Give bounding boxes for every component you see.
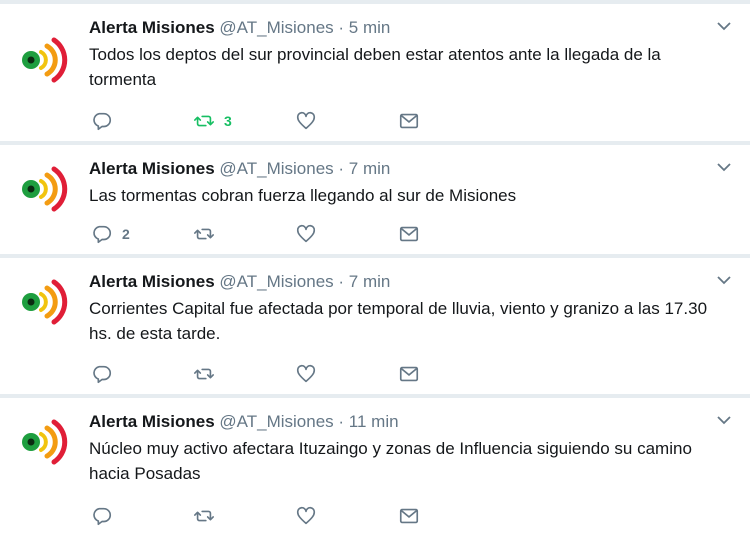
envelope-icon bbox=[399, 226, 419, 242]
user-handle[interactable]: @AT_Misiones bbox=[219, 18, 333, 37]
reply-icon bbox=[93, 507, 112, 526]
tweet-4[interactable]: Alerta Misiones @AT_Misiones · 11 min Nú… bbox=[0, 398, 750, 536]
retweet-button[interactable]: 3 bbox=[193, 109, 232, 133]
retweet-icon bbox=[194, 115, 214, 127]
reply-button[interactable] bbox=[91, 109, 122, 133]
timestamp[interactable]: 7 min bbox=[349, 272, 391, 291]
like-button[interactable] bbox=[295, 362, 317, 386]
retweet-button[interactable] bbox=[193, 222, 224, 246]
reply-icon bbox=[93, 225, 112, 244]
separator-dot: · bbox=[338, 18, 345, 37]
tweet-actions bbox=[89, 504, 489, 528]
reply-button[interactable] bbox=[91, 362, 122, 386]
avatar[interactable] bbox=[14, 32, 70, 88]
separator-dot: · bbox=[338, 412, 345, 431]
tweet-text: Corrientes Capital fue afectada por temp… bbox=[89, 299, 708, 343]
reply-button[interactable]: 2 bbox=[91, 222, 130, 246]
chevron-down-icon[interactable] bbox=[716, 18, 732, 34]
separator-dot: · bbox=[338, 272, 345, 291]
heart-icon bbox=[296, 364, 316, 383]
chevron-down-icon[interactable] bbox=[716, 412, 732, 428]
tweet-header: Alerta Misiones @AT_Misiones · 11 min bbox=[89, 411, 399, 433]
tweet-actions: 3 bbox=[89, 109, 489, 133]
envelope-icon bbox=[399, 508, 419, 524]
display-name[interactable]: Alerta Misiones bbox=[89, 272, 215, 291]
direct-message-button[interactable] bbox=[398, 222, 420, 246]
retweet-count: 3 bbox=[224, 113, 232, 129]
tweet-text: Todos los deptos del sur provincial debe… bbox=[89, 45, 661, 89]
avatar[interactable] bbox=[14, 161, 70, 217]
reply-icon bbox=[93, 365, 112, 384]
retweet-icon bbox=[194, 368, 214, 380]
timestamp[interactable]: 11 min bbox=[349, 412, 399, 431]
timestamp[interactable]: 7 min bbox=[349, 159, 391, 178]
heart-icon bbox=[296, 506, 316, 525]
retweet-button[interactable] bbox=[193, 504, 224, 528]
tweet-actions bbox=[89, 362, 489, 386]
envelope-icon bbox=[399, 113, 419, 129]
heart-icon bbox=[296, 111, 316, 130]
timestamp[interactable]: 5 min bbox=[349, 18, 391, 37]
user-handle[interactable]: @AT_Misiones bbox=[219, 412, 333, 431]
heart-icon bbox=[296, 224, 316, 243]
tweet-actions: 2 bbox=[89, 222, 489, 246]
reply-count: 2 bbox=[122, 226, 130, 242]
display-name[interactable]: Alerta Misiones bbox=[89, 159, 215, 178]
like-button[interactable] bbox=[295, 109, 317, 133]
display-name[interactable]: Alerta Misiones bbox=[89, 412, 215, 431]
like-button[interactable] bbox=[295, 504, 317, 528]
display-name[interactable]: Alerta Misiones bbox=[89, 18, 215, 37]
timeline: Alerta Misiones @AT_Misiones · 5 min Tod… bbox=[0, 0, 750, 536]
direct-message-button[interactable] bbox=[398, 109, 420, 133]
tweet-header: Alerta Misiones @AT_Misiones · 7 min bbox=[89, 158, 390, 180]
user-handle[interactable]: @AT_Misiones bbox=[219, 159, 333, 178]
tweet-1[interactable]: Alerta Misiones @AT_Misiones · 5 min Tod… bbox=[0, 4, 750, 141]
tweet-header: Alerta Misiones @AT_Misiones · 5 min bbox=[89, 17, 390, 39]
avatar[interactable] bbox=[14, 274, 70, 330]
tweet-header: Alerta Misiones @AT_Misiones · 7 min bbox=[89, 271, 390, 293]
reply-button[interactable] bbox=[91, 504, 122, 528]
direct-message-button[interactable] bbox=[398, 504, 420, 528]
tweet-2[interactable]: Alerta Misiones @AT_Misiones · 7 min Las… bbox=[0, 145, 750, 254]
like-button[interactable] bbox=[295, 222, 317, 246]
chevron-down-icon[interactable] bbox=[716, 159, 732, 175]
reply-icon bbox=[93, 112, 112, 131]
user-handle[interactable]: @AT_Misiones bbox=[219, 272, 333, 291]
tweet-text: Núcleo muy activo afectara Ituzaingo y z… bbox=[89, 439, 692, 483]
chevron-down-icon[interactable] bbox=[716, 272, 732, 288]
envelope-icon bbox=[399, 366, 419, 382]
tweet-3[interactable]: Alerta Misiones @AT_Misiones · 7 min Cor… bbox=[0, 258, 750, 394]
avatar[interactable] bbox=[14, 414, 70, 470]
retweet-icon bbox=[194, 228, 214, 240]
tweet-text: Las tormentas cobran fuerza llegando al … bbox=[89, 186, 517, 205]
retweet-icon bbox=[194, 510, 214, 522]
direct-message-button[interactable] bbox=[398, 362, 420, 386]
separator-dot: · bbox=[338, 159, 345, 178]
retweet-button[interactable] bbox=[193, 362, 224, 386]
